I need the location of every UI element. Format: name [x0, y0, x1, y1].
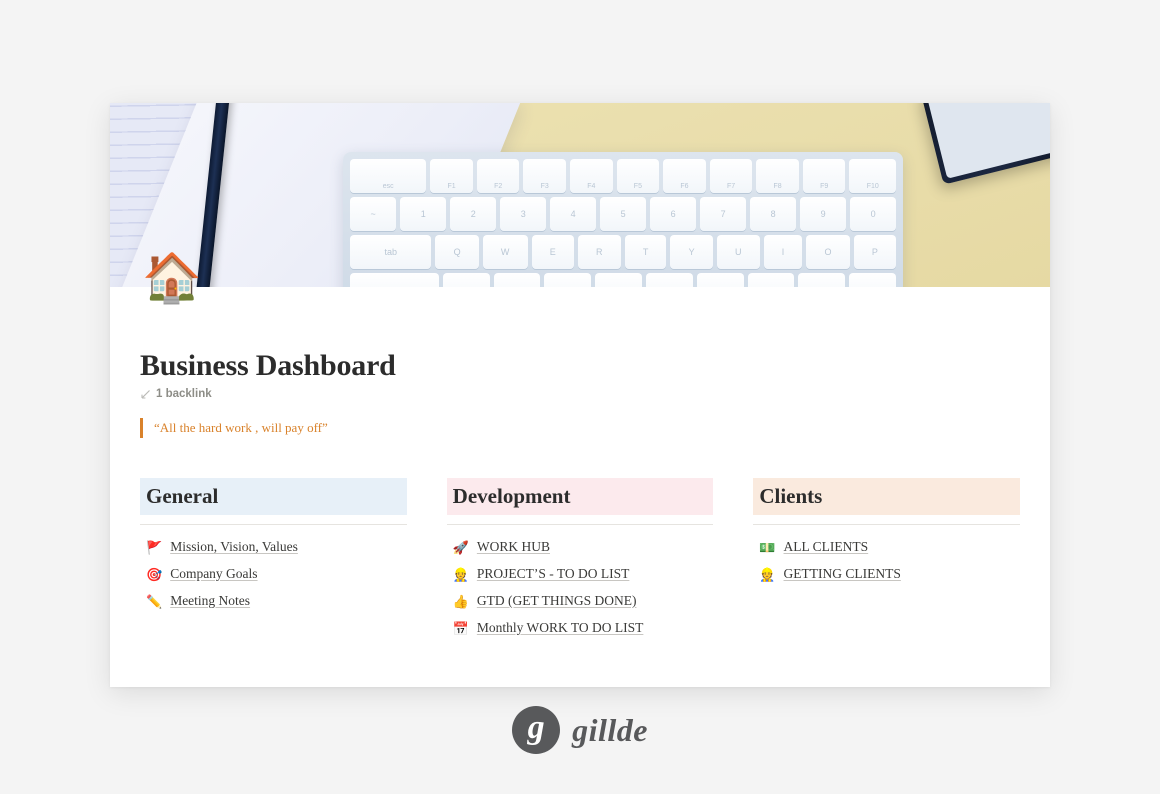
keyboard-key [595, 273, 643, 287]
keyboard-key: F8 [756, 159, 799, 193]
page-link[interactable]: WORK HUB [477, 539, 550, 555]
keyboard-key: F9 [802, 159, 846, 193]
keyboard-key [646, 273, 693, 287]
keyboard-key: I [763, 235, 803, 269]
keyboard-key: T [624, 235, 667, 269]
keyboard-key: 1 [400, 197, 447, 231]
column-divider [753, 523, 1021, 525]
column-divider [446, 523, 714, 525]
column-heading-development: Development [446, 477, 714, 515]
list-item[interactable]: 💵 ALL CLIENTS [753, 539, 1020, 555]
keyboard-key [849, 273, 896, 287]
document-body: Business Dashboard 1 backlink “All the h… [110, 287, 1050, 647]
brand-logo: g gillde [0, 706, 1160, 754]
page-link[interactable]: GTD (GET THINGS DONE) [477, 593, 637, 609]
column-development: Development 🚀 WORK HUB 👷 PROJECT’S - TO … [446, 477, 714, 647]
quote-block: “All the hard work , will pay off” [140, 418, 1020, 438]
gillde-logo-wordmark: gillde [572, 711, 648, 748]
list-item[interactable]: 👷 PROJECT’S - TO DO LIST [447, 566, 714, 582]
keyboard-key: U [716, 235, 760, 269]
column-clients: Clients 💵 ALL CLIENTS 👷 GETTING CLIENTS [753, 477, 1021, 647]
keyboard-key [747, 273, 795, 287]
keyboard-key: esc [350, 159, 427, 193]
page-link[interactable]: GETTING CLIENTS [784, 566, 901, 582]
column-general: General 🚩 Mission, Vision, Values 🎯 Comp… [140, 477, 407, 647]
keyboard-key: W [482, 235, 528, 269]
keyboard-key: F10 [849, 159, 896, 193]
cover-image[interactable]: esc F1 F2 F3 F4 F5 F6 F7 F8 F9 F10 ~ 1 2… [110, 103, 1050, 287]
keyboard-key: F4 [570, 159, 613, 193]
thumbs-up-icon: 👍 [452, 593, 469, 609]
list-item[interactable]: 🎯 Company Goals [140, 566, 407, 582]
keyboard-key: F3 [523, 159, 567, 193]
keyboard-key [350, 273, 439, 287]
list-item[interactable]: 👷 GETTING CLIENTS [753, 566, 1020, 582]
column-heading-clients: Clients [753, 477, 1021, 515]
keyboard-key [442, 273, 490, 287]
keyboard-key [493, 273, 541, 287]
keyboard-key: P [853, 235, 897, 269]
keyboard-key: 9 [800, 197, 847, 231]
list-item[interactable]: 👍 GTD (GET THINGS DONE) [447, 593, 714, 609]
list-item[interactable]: 🚩 Mission, Vision, Values [140, 539, 407, 555]
keyboard-key: Y [670, 235, 713, 269]
keyboard-key: 2 [450, 197, 497, 231]
keyboard-key: F2 [476, 159, 520, 193]
keyboard-key [696, 273, 744, 287]
keyboard-key: E [531, 235, 574, 269]
keyboard-row-numbers: ~ 1 2 3 4 5 6 7 8 9 0 [350, 197, 897, 231]
keyboard-key: ~ [350, 197, 397, 231]
keyboard-key: 8 [750, 197, 797, 231]
dart-target-icon: 🎯 [146, 566, 163, 582]
house-icon[interactable]: 🏠 [142, 255, 202, 303]
keyboard-row-home [350, 273, 896, 287]
keyboard-key: Q [435, 235, 479, 269]
backlink-arrow-icon [140, 389, 151, 400]
construction-worker-icon: 👷 [759, 566, 776, 582]
page-link[interactable]: Mission, Vision, Values [170, 539, 298, 555]
keyboard-key: R [577, 235, 621, 269]
backlink-label: 1 backlink [156, 388, 212, 400]
keyboard-key: F7 [709, 159, 753, 193]
keyboard-key: 3 [500, 197, 547, 231]
screen-root: esc F1 F2 F3 F4 F5 F6 F7 F8 F9 F10 ~ 1 2… [0, 0, 1160, 794]
page-link[interactable]: ALL CLIENTS [784, 539, 869, 555]
page-title: Business Dashboard [140, 349, 396, 382]
keyboard-key: F6 [663, 159, 706, 193]
calendar-icon: 📅 [452, 620, 469, 636]
page-link[interactable]: Meeting Notes [170, 593, 250, 609]
construction-worker-icon: 👷 [452, 566, 469, 582]
keyboard-row-function: esc F1 F2 F3 F4 F5 F6 F7 F8 F9 F10 [350, 159, 896, 193]
keyboard-row-qwerty: tab Q W E R T Y U I O P [350, 235, 897, 269]
triangular-flag-icon: 🚩 [146, 539, 163, 555]
column-divider [140, 523, 407, 525]
backlink[interactable]: 1 backlink [140, 388, 1020, 400]
list-item[interactable]: ✏️ Meeting Notes [140, 593, 407, 609]
keyboard-key: 0 [850, 197, 897, 231]
column-heading-general: General [140, 477, 407, 515]
list-item[interactable]: 📅 Monthly WORK TO DO LIST [447, 620, 714, 636]
pencil-icon: ✏️ [146, 593, 163, 609]
page-link[interactable]: Company Goals [170, 566, 257, 582]
keyboard-key: F1 [430, 159, 473, 193]
keyboard-key: O [806, 235, 850, 269]
keyboard-key: F5 [616, 159, 660, 193]
document-card: esc F1 F2 F3 F4 F5 F6 F7 F8 F9 F10 ~ 1 2… [110, 103, 1050, 687]
keyboard-key: 6 [650, 197, 697, 231]
page-link[interactable]: Monthly WORK TO DO LIST [477, 620, 644, 636]
cover-keyboard: esc F1 F2 F3 F4 F5 F6 F7 F8 F9 F10 ~ 1 2… [343, 152, 903, 287]
keyboard-key [544, 273, 592, 287]
rocket-icon: 🚀 [452, 539, 469, 555]
column-list: General 🚩 Mission, Vision, Values 🎯 Comp… [140, 477, 1021, 647]
list-item[interactable]: 🚀 WORK HUB [447, 539, 714, 555]
banknote-icon: 💵 [759, 539, 776, 555]
keyboard-key: 5 [600, 197, 647, 231]
keyboard-key: 4 [550, 197, 597, 231]
page-link[interactable]: PROJECT’S - TO DO LIST [477, 566, 630, 582]
keyboard-key [798, 273, 846, 287]
gillde-logo-mark: g [512, 706, 561, 754]
keyboard-key: tab [350, 235, 432, 269]
keyboard-key: 7 [700, 197, 747, 231]
